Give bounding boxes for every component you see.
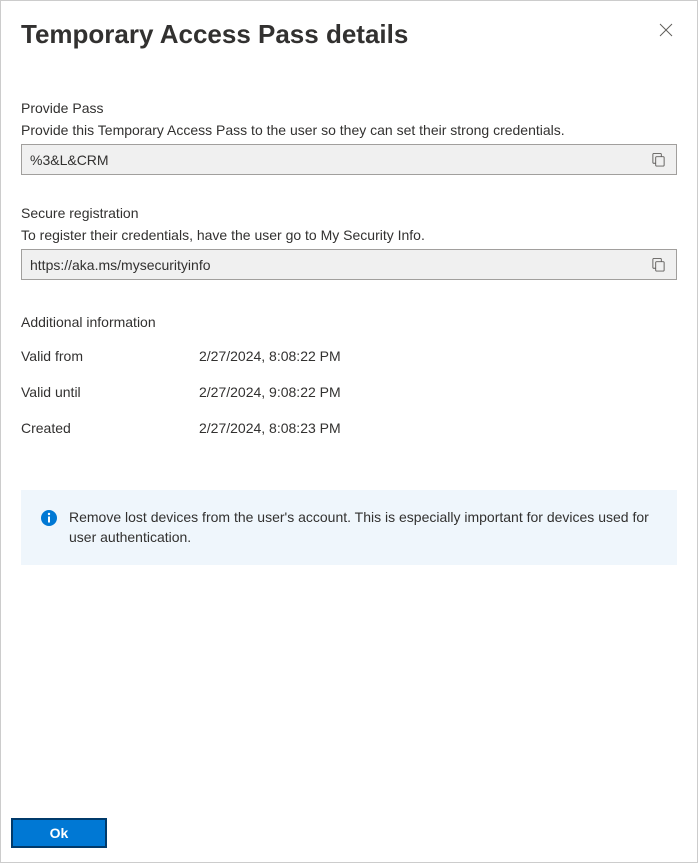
info-val: 2/27/2024, 8:08:23 PM (199, 420, 341, 436)
info-icon (41, 510, 57, 526)
info-val: 2/27/2024, 9:08:22 PM (199, 384, 341, 400)
copy-url-button[interactable] (649, 255, 668, 274)
header: Temporary Access Pass details (21, 19, 677, 50)
pass-field: %3&L&CRM (21, 144, 677, 175)
additional-info-section: Additional information Valid from 2/27/2… (21, 314, 677, 456)
url-field: https://aka.ms/mysecurityinfo (21, 249, 677, 280)
alert-text: Remove lost devices from the user's acco… (69, 508, 657, 547)
secure-reg-desc: To register their credentials, have the … (21, 227, 677, 243)
copy-icon (651, 257, 666, 272)
ok-button[interactable]: Ok (11, 818, 107, 848)
additional-info-heading: Additional information (21, 314, 677, 330)
copy-icon (651, 152, 666, 167)
dialog-title: Temporary Access Pass details (21, 19, 408, 50)
info-row-valid-from: Valid from 2/27/2024, 8:08:22 PM (21, 348, 677, 364)
info-row-valid-until: Valid until 2/27/2024, 9:08:22 PM (21, 384, 677, 400)
copy-pass-button[interactable] (649, 150, 668, 169)
secure-reg-label: Secure registration (21, 205, 677, 221)
close-button[interactable] (655, 19, 677, 41)
provide-pass-desc: Provide this Temporary Access Pass to th… (21, 122, 677, 138)
secure-registration-section: Secure registration To register their cr… (21, 205, 677, 310)
info-key: Valid from (21, 348, 199, 364)
info-key: Created (21, 420, 199, 436)
provide-pass-section: Provide Pass Provide this Temporary Acce… (21, 100, 677, 205)
close-icon (659, 23, 673, 37)
footer: Ok (1, 804, 697, 862)
pass-value: %3&L&CRM (30, 152, 649, 168)
provide-pass-label: Provide Pass (21, 100, 677, 116)
info-row-created: Created 2/27/2024, 8:08:23 PM (21, 420, 677, 436)
dialog-panel: Temporary Access Pass details Provide Pa… (1, 1, 697, 804)
info-val: 2/27/2024, 8:08:22 PM (199, 348, 341, 364)
url-value: https://aka.ms/mysecurityinfo (30, 257, 649, 273)
info-key: Valid until (21, 384, 199, 400)
info-alert: Remove lost devices from the user's acco… (21, 490, 677, 565)
